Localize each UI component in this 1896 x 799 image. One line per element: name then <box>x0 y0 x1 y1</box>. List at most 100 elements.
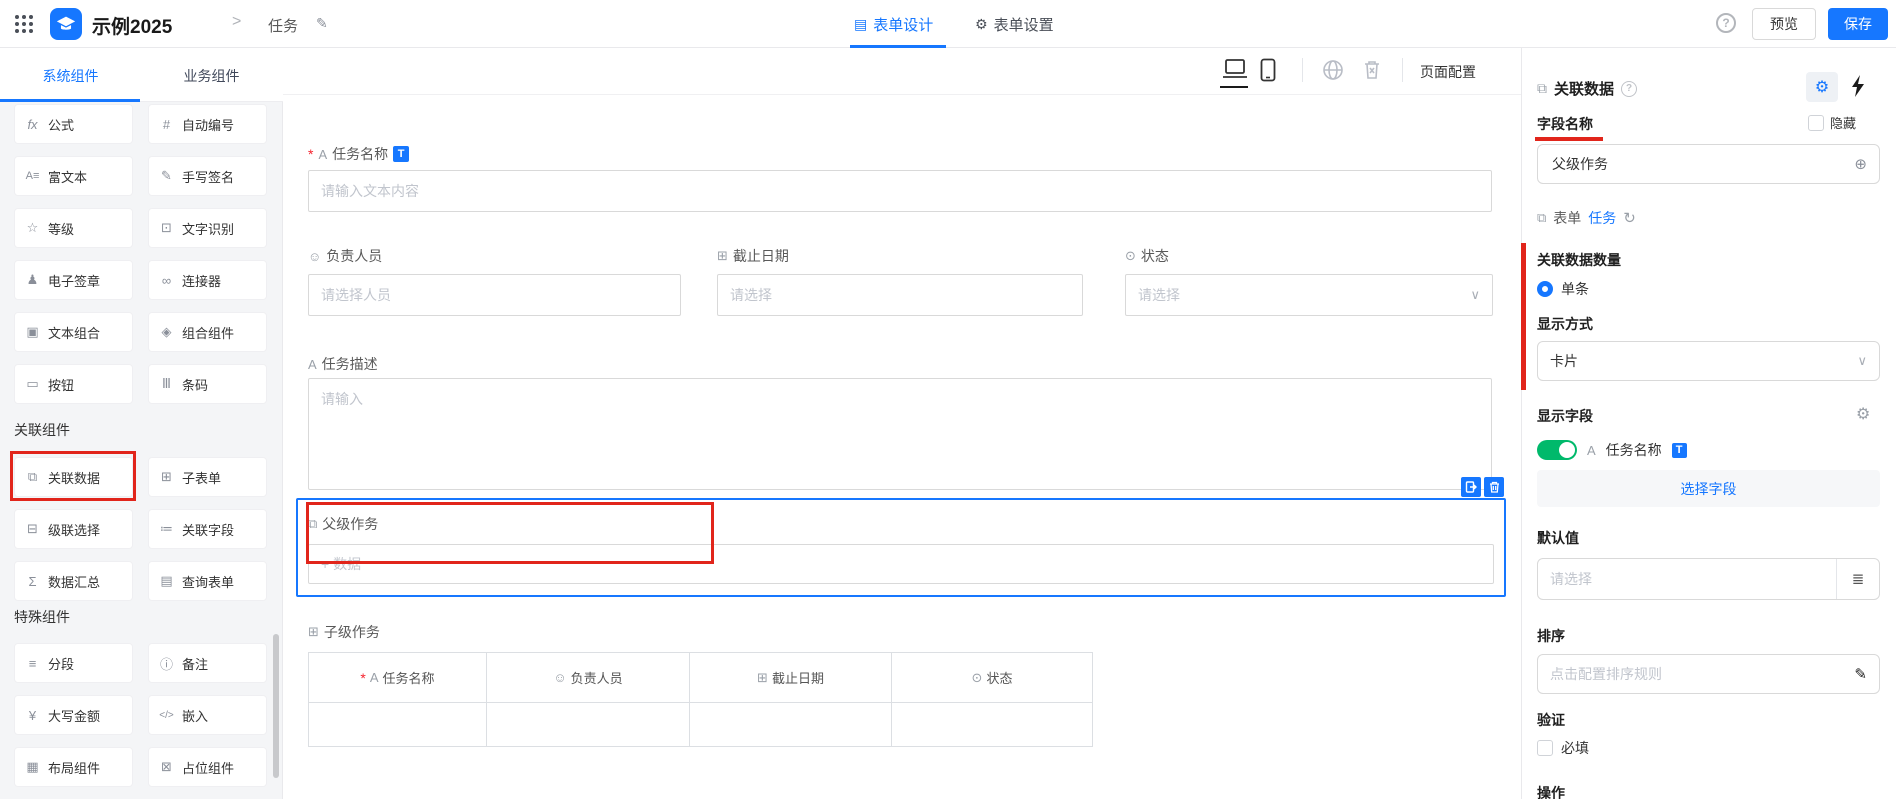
person-icon: ☺ <box>553 670 566 685</box>
component-embed[interactable]: </> 嵌入 <box>148 695 267 735</box>
status-select[interactable]: 请选择 ∨ <box>1125 274 1493 316</box>
component-label: 富文本 <box>48 167 87 186</box>
display-fields-gear-icon[interactable]: ⚙ <box>1856 404 1870 424</box>
component-related-field[interactable]: ≔ 关联字段 <box>148 509 267 549</box>
component-label: 文本组合 <box>48 323 100 342</box>
sidebar-scrollbar[interactable] <box>273 634 279 778</box>
component-amount-caps[interactable]: ¥ 大写金额 <box>14 695 133 735</box>
mobile-view-icon[interactable] <box>1260 58 1276 83</box>
component-button[interactable]: ▭ 按钮 <box>14 364 133 404</box>
radio-selected-icon[interactable] <box>1537 281 1553 297</box>
canvas-toolbar-border <box>283 94 1521 95</box>
component-label: 关联字段 <box>182 520 234 539</box>
component-ocr[interactable]: ⊡ 文字识别 <box>148 208 267 248</box>
globe-icon[interactable]: ⊕ <box>1854 155 1867 173</box>
component-esign[interactable]: ♟ 电子签章 <box>14 260 133 300</box>
component-auto-number[interactable]: # 自动编号 <box>148 104 267 144</box>
subform-empty-cell[interactable] <box>892 703 1093 747</box>
edit-title-icon[interactable]: ✎ <box>316 15 328 32</box>
component-cascade-select[interactable]: ⊟ 级联选择 <box>14 509 133 549</box>
text-field-icon: A <box>370 670 379 685</box>
component-layout[interactable]: ▦ 布局组件 <box>14 747 133 787</box>
subform-empty-cell[interactable] <box>309 703 487 747</box>
component-rich-text[interactable]: A≡ 富文本 <box>14 156 133 196</box>
page-config-button[interactable]: 页面配置 <box>1420 62 1476 82</box>
component-text-combo[interactable]: ▣ 文本组合 <box>14 312 133 352</box>
copy-field-button[interactable] <box>1461 477 1481 497</box>
subform-empty-cell[interactable] <box>487 703 690 747</box>
field-settings-gear-button[interactable]: ⚙ <box>1806 72 1838 102</box>
component-label: 备注 <box>182 654 208 673</box>
pencil-icon[interactable]: ✎ <box>1854 665 1867 683</box>
refresh-icon[interactable]: ↻ <box>1623 209 1636 227</box>
tab-form-settings[interactable]: ⚙ 表单设置 <box>975 14 1054 35</box>
due-date-input[interactable] <box>717 274 1083 316</box>
owner-input[interactable] <box>308 274 681 316</box>
component-query-form[interactable]: ▤ 查询表单 <box>148 561 267 601</box>
hide-checkbox[interactable] <box>1808 115 1824 131</box>
field-label-parent-task: ⧉ 父级作务 <box>308 514 378 534</box>
toolbar-divider <box>1402 58 1403 82</box>
text-field-icon: A <box>1587 443 1596 458</box>
help-icon[interactable]: ? <box>1716 13 1736 33</box>
hide-option[interactable]: 隐藏 <box>1808 113 1856 132</box>
chevron-down-icon: ∨ <box>1470 287 1480 303</box>
sidebar-tab-business[interactable]: 业务组件 <box>141 66 282 86</box>
default-value-input[interactable]: 请选择 ≣ <box>1537 558 1880 600</box>
app-logo-icon[interactable] <box>50 8 82 40</box>
sort-rule-input[interactable]: 点击配置排序规则 ✎ <box>1537 654 1880 694</box>
title-field-badge: T <box>1672 443 1687 458</box>
description-textarea[interactable] <box>308 378 1492 490</box>
sidebar-tab-system[interactable]: 系统组件 <box>0 66 141 86</box>
subform-header-due-date: ⊞ 截止日期 <box>690 653 892 703</box>
field-name-input[interactable] <box>1550 155 1834 173</box>
component-rating[interactable]: ☆ 等级 <box>14 208 133 248</box>
component-note[interactable]: ⓘ 备注 <box>148 643 267 683</box>
tab-label: 表单设计 <box>873 14 933 35</box>
subform-table[interactable]: * A 任务名称 ☺ 负责人员 ⊞ 截止日期 ⊙ 状态 <box>308 652 1093 747</box>
component-subform[interactable]: ⊞ 子表单 <box>148 457 267 497</box>
component-section[interactable]: ≡ 分段 <box>14 643 133 683</box>
tab-form-design[interactable]: ▤ 表单设计 <box>854 14 933 35</box>
count-option-single[interactable]: 单条 <box>1537 279 1589 299</box>
component-formula[interactable]: fx 公式 <box>14 104 133 144</box>
field-visible-toggle[interactable] <box>1537 440 1577 460</box>
delete-field-button[interactable] <box>1484 477 1504 497</box>
component-signature[interactable]: ✎ 手写签名 <box>148 156 267 196</box>
component-label: 等级 <box>48 219 74 238</box>
globe-icon[interactable] <box>1322 59 1344 81</box>
linked-form-link[interactable]: 任务 <box>1588 208 1616 228</box>
select-fields-button[interactable]: 选择字段 <box>1537 470 1880 507</box>
save-button[interactable]: 保存 <box>1828 8 1888 40</box>
component-label: 按钮 <box>48 375 74 394</box>
document-icon: ▤ <box>854 16 867 33</box>
display-field-row: A 任务名称 T <box>1537 440 1687 460</box>
component-connector[interactable]: ∞ 连接器 <box>148 260 267 300</box>
subform-icon: ⊞ <box>308 624 319 640</box>
required-checkbox[interactable] <box>1537 740 1553 756</box>
esign-icon: ♟ <box>25 272 40 288</box>
component-data-summary[interactable]: Σ 数据汇总 <box>14 561 133 601</box>
events-bolt-icon[interactable] <box>1850 74 1866 101</box>
placeholder-icon: ⊠ <box>159 759 174 775</box>
component-label: 查询表单 <box>182 572 234 591</box>
button-icon: ▭ <box>25 376 40 392</box>
display-mode-select[interactable]: 卡片 ∨ <box>1537 341 1880 381</box>
required-option[interactable]: 必填 <box>1537 738 1589 758</box>
calendar-icon: ⊞ <box>757 670 768 686</box>
component-placeholder[interactable]: ⊠ 占位组件 <box>148 747 267 787</box>
component-barcode[interactable]: Ⅲ 条码 <box>148 364 267 404</box>
help-icon[interactable]: ? <box>1621 81 1637 97</box>
preview-button[interactable]: 预览 <box>1752 8 1816 40</box>
pick-record-list-icon[interactable]: ≣ <box>1836 559 1879 599</box>
component-related-data[interactable]: ⧉ 关联数据 <box>14 457 133 497</box>
count-label: 关联数据数量 <box>1537 250 1621 270</box>
component-combo[interactable]: ◈ 组合组件 <box>148 312 267 352</box>
desktop-view-icon[interactable] <box>1222 58 1248 80</box>
task-name-input[interactable] <box>308 170 1492 212</box>
app-grid-icon[interactable] <box>14 14 34 37</box>
subform-empty-cell[interactable] <box>690 703 892 747</box>
active-tab-underline <box>850 45 946 48</box>
trash-icon[interactable] <box>1362 59 1382 81</box>
parent-task-input[interactable] <box>308 544 1494 584</box>
